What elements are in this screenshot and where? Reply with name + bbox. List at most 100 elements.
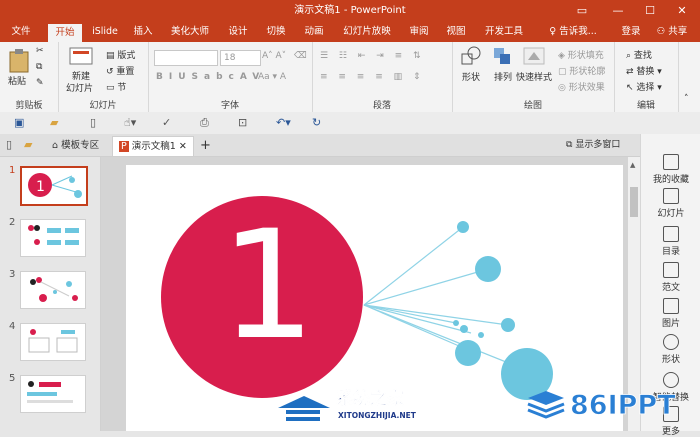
quick-access-toolbar: ▣ ▰ ▯ ☝▾ ✓ ⎙ ⊡ ↶▾ ↻: [0, 112, 700, 135]
replace-icon: ⇄: [626, 67, 634, 77]
file-icon[interactable]: ▯: [6, 138, 12, 151]
new-document-icon[interactable]: ▯: [90, 116, 96, 129]
shape-effects-label: 形状效果: [568, 83, 605, 93]
list-icon: [663, 226, 679, 242]
shape-fill-button[interactable]: ◈ 形状填充: [558, 48, 604, 61]
minimize-button[interactable]: —: [600, 0, 636, 22]
section-button[interactable]: ▭ 节: [106, 80, 126, 93]
thumbnail-number: 4: [9, 321, 16, 332]
tab-view[interactable]: 视图: [440, 22, 472, 42]
multi-window-button[interactable]: ⧉ 显示多窗口: [560, 136, 626, 155]
samples-button[interactable]: 范文: [641, 262, 700, 293]
thumbnail-number: 1: [9, 165, 16, 176]
folder-icon[interactable]: ▰: [24, 138, 32, 151]
slides-panel-label: 幻灯片: [657, 209, 685, 219]
slide-thumbnail-3[interactable]: [20, 271, 86, 309]
favorites-button[interactable]: 我的收藏: [641, 154, 700, 185]
replace-button[interactable]: ⇄ 替换 ▾: [626, 64, 662, 77]
font-style-icons[interactable]: BIUSabcAV: [156, 72, 265, 82]
slide-thumbnail-2[interactable]: [20, 219, 86, 257]
arrange-label: 排列: [494, 73, 513, 83]
slides-icon: [663, 188, 679, 204]
copy-icon[interactable]: ⧉: [36, 62, 42, 72]
tab-animations[interactable]: 动画: [298, 22, 330, 42]
clipboard-icon: [9, 49, 29, 73]
images-button[interactable]: 图片: [641, 298, 700, 329]
font-name-input[interactable]: [154, 50, 218, 66]
group-label-font: 字体: [220, 101, 239, 111]
shapes-panel-button[interactable]: 形状: [641, 334, 700, 365]
document-tab[interactable]: P 演示文稿1 ✕: [112, 136, 194, 156]
template-zone-tab[interactable]: ⌂ 模板专区: [46, 136, 105, 155]
list-icons[interactable]: ☰ ☷ ⇤ ⇥ ≡ ⇅: [320, 51, 425, 61]
person-icon: ⚇: [656, 26, 666, 37]
tab-beautify[interactable]: 美化大师: [164, 22, 216, 42]
slideshow-icon[interactable]: ⊡: [238, 116, 247, 129]
save-icon[interactable]: ▣: [14, 116, 24, 129]
tab-slideshow[interactable]: 幻灯片放映: [336, 22, 398, 42]
multi-window-label: 显示多窗口: [575, 140, 621, 150]
cursor-icon: ↖: [626, 83, 634, 93]
tab-home[interactable]: 开始: [48, 24, 82, 42]
tab-design[interactable]: 设计: [222, 22, 254, 42]
scroll-up-icon[interactable]: ▲: [630, 161, 635, 169]
group-label-drawing: 绘图: [523, 101, 542, 111]
tab-developer[interactable]: 开发工具: [478, 22, 530, 42]
slide-thumbnail-5[interactable]: [20, 375, 86, 413]
share-label: 共享: [668, 26, 688, 37]
find-button[interactable]: ⌕ 查找: [626, 48, 652, 61]
document-tabs: ▯ ▰ ⌂ 模板专区 P 演示文稿1 ✕ + ⧉ 显示多窗口: [0, 134, 640, 157]
layout-button[interactable]: ▤ 版式: [106, 48, 135, 61]
paste-button[interactable]: [8, 48, 30, 77]
scroll-thumb[interactable]: [630, 187, 638, 217]
quick-styles-button[interactable]: [522, 46, 546, 69]
align-icons[interactable]: ≡ ≡ ≡ ≡ ▥ ⇕: [320, 72, 425, 82]
open-folder-icon[interactable]: ▰: [50, 116, 58, 129]
font-color-icon[interactable]: Aa ▾ A: [258, 72, 286, 82]
close-button[interactable]: ✕: [664, 0, 700, 22]
redo-icon[interactable]: ↻: [312, 116, 321, 129]
undo-icon[interactable]: ↶▾: [276, 116, 291, 129]
watermark-left-main: 系统之家: [336, 388, 404, 409]
login-link[interactable]: 登录: [618, 22, 644, 42]
arrange-button[interactable]: [492, 46, 514, 69]
toc-label: 目录: [661, 247, 680, 257]
tab-insert[interactable]: 插入: [128, 22, 158, 42]
close-tab-icon[interactable]: ✕: [179, 141, 187, 152]
reset-button[interactable]: ↺ 重置: [106, 64, 134, 77]
tab-islide[interactable]: iSlide: [88, 22, 122, 42]
slide-thumbnail-4[interactable]: [20, 323, 86, 361]
slide-thumbnail-1[interactable]: 1: [20, 166, 88, 206]
samples-label: 范文: [661, 283, 680, 293]
shape-outline-button[interactable]: ▢ 形状轮廓: [558, 64, 605, 77]
new-tab-button[interactable]: +: [194, 136, 217, 155]
cut-icon[interactable]: ✂: [36, 46, 44, 56]
maximize-button[interactable]: ☐: [632, 0, 668, 22]
tell-me-box[interactable]: ♀ 告诉我...: [540, 22, 606, 42]
touch-mode-icon[interactable]: ☝▾: [124, 116, 136, 129]
new-slide-button[interactable]: [68, 46, 94, 69]
format-painter-icon[interactable]: ✎: [36, 78, 44, 88]
ribbon-display-icon[interactable]: ▭: [564, 0, 600, 22]
font-size-input[interactable]: 18: [220, 50, 261, 66]
clear-format-icon[interactable]: ⌫: [294, 51, 307, 61]
bubbles: [453, 221, 553, 400]
thumbnail-image: 1: [28, 173, 82, 198]
share-button[interactable]: ⚇ 共享: [648, 22, 696, 42]
print-preview-icon[interactable]: ⎙: [200, 116, 209, 130]
document-tab-label: 演示文稿1: [131, 141, 176, 152]
collapse-ribbon-icon[interactable]: ˄: [684, 94, 689, 104]
group-paragraph: ☰ ☷ ⇤ ⇥ ≡ ⇅ ≡ ≡ ≡ ≡ ▥ ⇕ 段落: [312, 42, 453, 112]
font-grow-shrink-icon[interactable]: A˄ A˅: [262, 51, 286, 61]
toc-button[interactable]: 目录: [641, 226, 700, 257]
shape-effects-button[interactable]: ◎ 形状效果: [558, 80, 605, 93]
spell-check-icon[interactable]: ✓: [162, 116, 171, 129]
tab-review[interactable]: 审阅: [404, 22, 434, 42]
lightbulb-icon: ♀: [549, 26, 557, 37]
shapes-button[interactable]: [460, 46, 482, 69]
tab-file[interactable]: 文件: [6, 22, 36, 42]
tab-transitions[interactable]: 切换: [260, 22, 292, 42]
slides-panel-button[interactable]: 幻灯片: [641, 188, 700, 219]
select-button[interactable]: ↖ 选择 ▾: [626, 80, 662, 93]
arrange-icon: [494, 48, 510, 64]
